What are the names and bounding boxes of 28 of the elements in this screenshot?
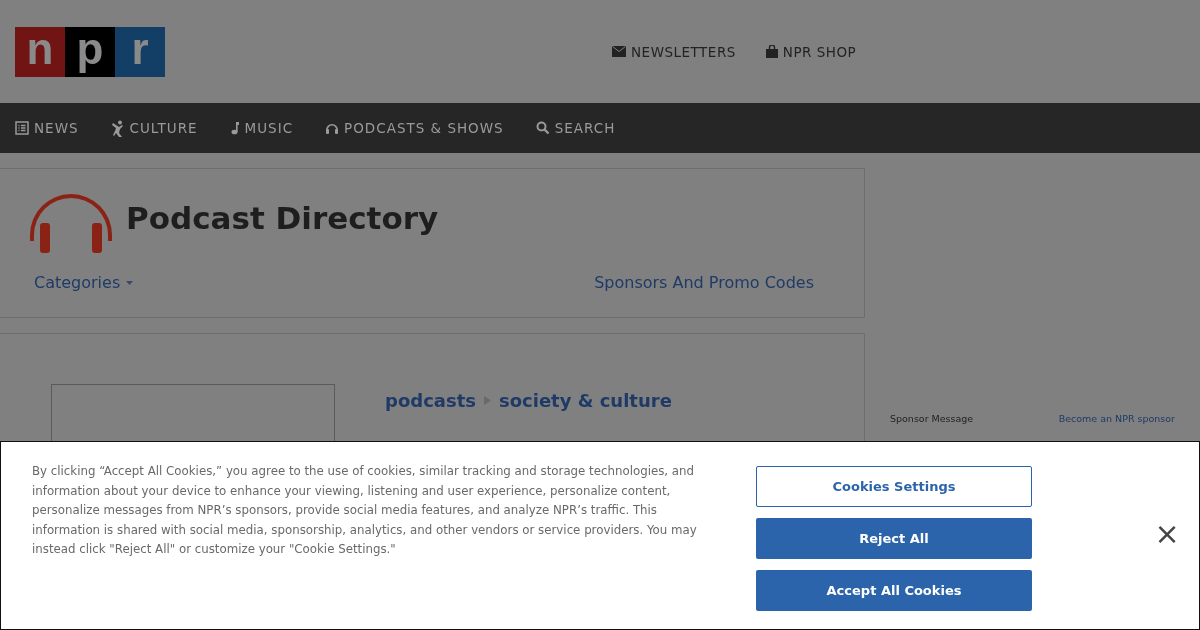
sponsors-link[interactable]: Sponsors And Promo Codes	[594, 273, 814, 292]
cookie-notice-text: By clicking “Accept All Cookies,” you agree to the use of cookies, similar tracking and storage technologies, and information about your device to enhance your viewing, listening and user experience, personalize content, personalize messages from NPR’s sponsors, provide social media features, and analyze NPR’s traffic. This information is shared with social media, sponsorship, analytics, and other vendors or service providers. You may instead click "Reject All" or customize your "Cookie Settings."	[32, 463, 698, 558]
shopping-bag-icon	[765, 45, 778, 58]
list-icon	[15, 121, 29, 135]
breadcrumb-link[interactable]: podcasts	[385, 389, 476, 411]
cookie-button[interactable]: Accept All Cookies	[756, 570, 1032, 611]
header-link[interactable]: NPR SHOP	[765, 43, 857, 60]
close-button[interactable]: ×	[1154, 514, 1180, 554]
page-title: Podcast Directory	[126, 200, 439, 236]
nav-item[interactable]: MUSIC	[229, 120, 294, 136]
headphones-icon	[325, 121, 340, 135]
breadcrumb-link[interactable]: society & culture	[499, 389, 672, 411]
header-link[interactable]: NEWSLETTERS	[612, 43, 736, 60]
npr-logo[interactable]: n p r	[15, 27, 165, 77]
nav-item[interactable]: NEWS	[15, 120, 79, 136]
cookie-button[interactable]: Cookies Settings	[756, 466, 1032, 507]
caret-icon	[126, 280, 134, 285]
envelope-icon	[612, 46, 626, 57]
nav-item[interactable]: PODCASTS & SHOWS	[325, 120, 504, 136]
search-icon	[535, 121, 550, 135]
music-note-icon	[229, 121, 240, 135]
categories-dropdown[interactable]: Categories	[34, 273, 134, 292]
sponsor-message-label: Sponsor Message	[890, 413, 974, 424]
dancer-icon	[110, 119, 125, 137]
cookie-button[interactable]: Reject All	[756, 518, 1032, 559]
nav-item[interactable]: CULTURE	[110, 119, 198, 137]
sponsor-link[interactable]: Become an NPR sponsor	[1058, 413, 1175, 424]
nav-item[interactable]: SEARCH	[535, 120, 616, 136]
